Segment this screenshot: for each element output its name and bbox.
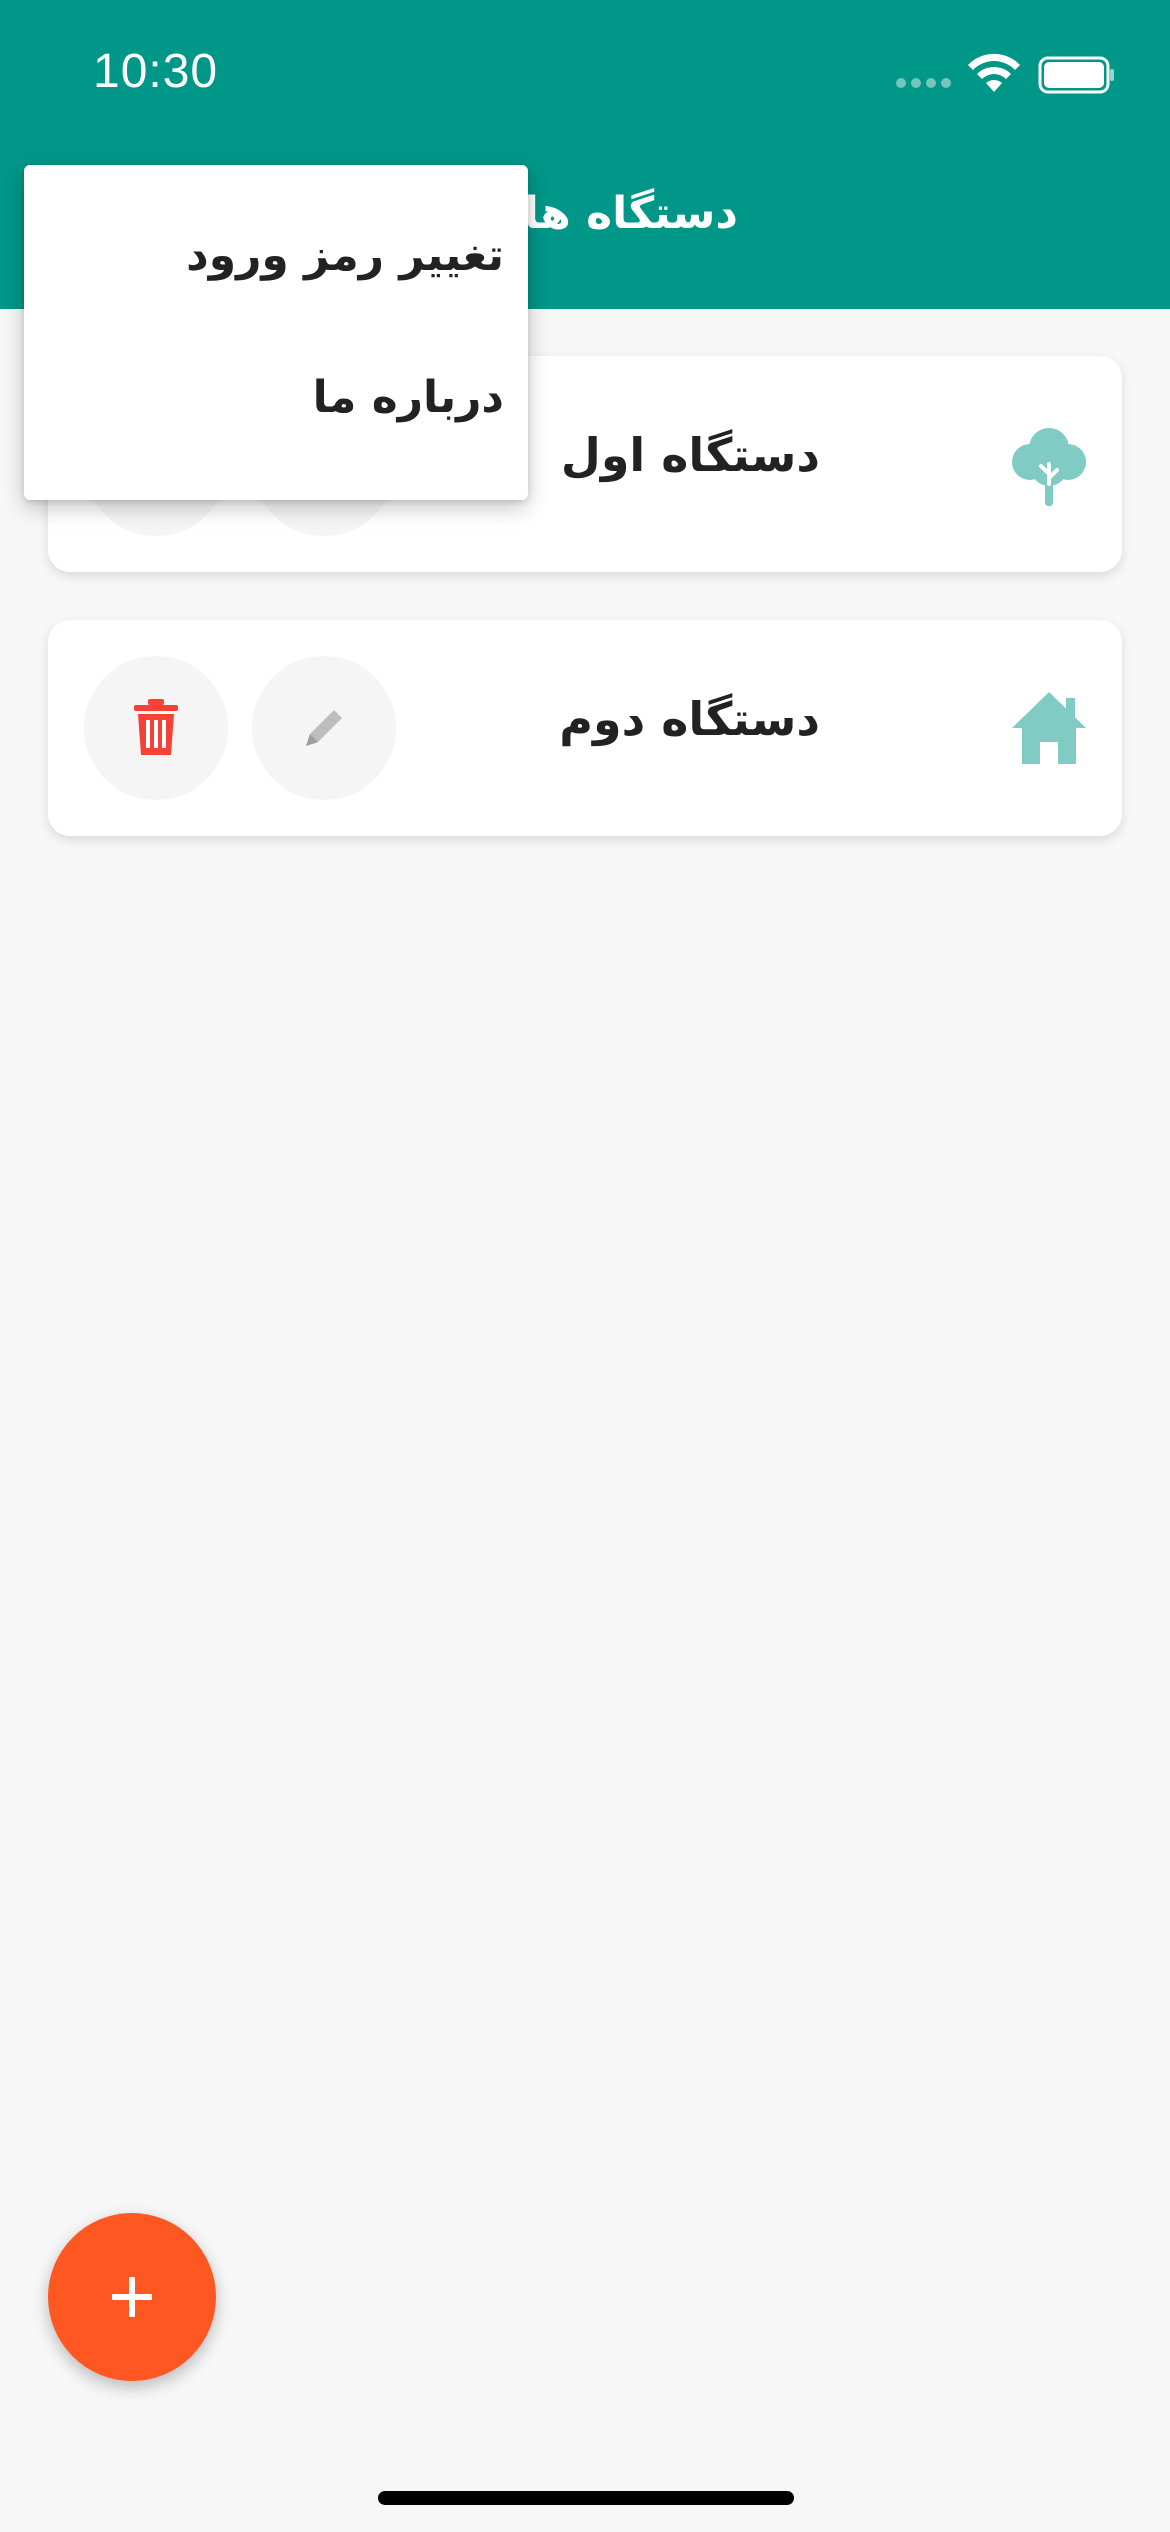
page-title: دستگاه های — [498, 188, 738, 239]
device-card[interactable]: دستگاه دوم — [48, 620, 1122, 836]
menu-item-change-password[interactable]: تغییر رمز ورود — [72, 215, 504, 295]
tree-icon — [1012, 428, 1086, 506]
cellular-signal-icon — [896, 78, 952, 90]
menu-item-about-us[interactable]: درباره ما — [72, 357, 504, 437]
status-time: 10:30 — [93, 45, 219, 98]
battery-icon — [1038, 56, 1114, 94]
pencil-icon — [306, 710, 342, 746]
overflow-menu: تغییر رمز ورود درباره ما — [24, 165, 528, 500]
wifi-icon — [968, 53, 1020, 92]
add-device-button[interactable] — [48, 2213, 216, 2381]
screen: 10:30 دستگاه های دستگاه اول دستگاه دوم ت… — [0, 0, 1170, 2532]
home-indicator[interactable] — [378, 2491, 794, 2505]
device-name: دستگاه دوم — [559, 692, 820, 746]
device-name: دستگاه اول — [560, 428, 820, 482]
home-icon — [1012, 692, 1086, 764]
plus-icon — [112, 2277, 152, 2317]
delete-button[interactable] — [84, 656, 228, 800]
trash-icon — [134, 699, 178, 755]
edit-button[interactable] — [252, 656, 396, 800]
status-icons — [896, 52, 1116, 96]
